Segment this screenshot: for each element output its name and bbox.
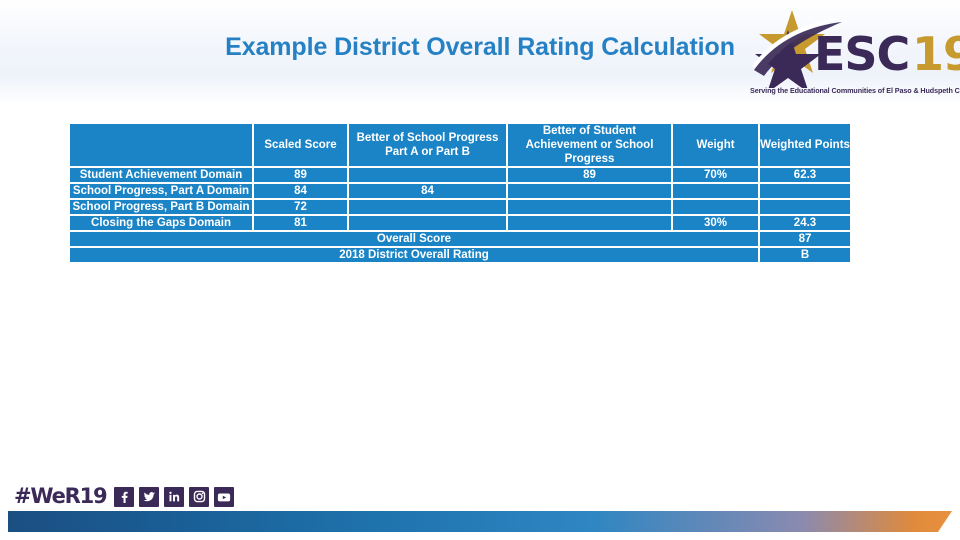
rating-calculation-table: Scaled Score Better of School Progress P… [68,122,852,264]
cell-weight: 70% [673,168,758,183]
table-row: School Progress, Part A Domain 84 84 [70,184,850,199]
row-label-closing-the-gaps: Closing the Gaps Domain [70,216,252,231]
youtube-icon[interactable] [214,486,235,507]
slide-canvas: Example District Overall Rating Calculat… [0,0,960,540]
cell-better-school-progress [349,216,506,231]
cell-better-school-progress: 84 [349,184,506,199]
header-blank-corner [70,124,252,167]
cell-weight [673,184,758,199]
header-weight: Weight [673,124,758,167]
facebook-glyph [122,491,129,503]
table-row: School Progress, Part B Domain 72 [70,200,850,215]
cell-better-student-achievement [508,216,671,231]
overall-rating-row: 2018 District Overall Rating B [70,248,850,263]
bottom-gradient-bar [8,511,952,532]
cell-better-student-achievement [508,200,671,215]
svg-text:ESC: ESC [814,27,909,81]
row-label-school-progress-a: School Progress, Part A Domain [70,184,252,199]
esc19-logo-mark: ESC 19 [752,10,960,88]
overall-score-label: Overall Score [70,232,758,247]
row-label-student-achievement: Student Achievement Domain [70,168,252,183]
header-weighted-points: Weighted Points [760,124,850,167]
esc19-logo: ESC 19 Serving the Educational Communiti… [744,8,960,112]
hashtag-wer19: #WeR19 [14,484,108,508]
cell-weighted-points: 24.3 [760,216,850,231]
cell-better-school-progress [349,200,506,215]
cell-weighted-points [760,184,850,199]
logo-tagline: Serving the Educational Communities of E… [750,86,960,95]
cell-scaled-score: 84 [254,184,347,199]
cell-better-school-progress [349,168,506,183]
header-scaled-score: Scaled Score [254,124,347,167]
instagram-icon[interactable] [189,486,210,507]
overall-score-value: 87 [760,232,850,247]
overall-rating-label: 2018 District Overall Rating [70,248,758,263]
cell-weight [673,200,758,215]
cell-weight: 30% [673,216,758,231]
twitter-glyph [143,492,156,502]
row-label-school-progress-b: School Progress, Part B Domain [70,200,252,215]
cell-better-student-achievement [508,184,671,199]
cell-better-student-achievement: 89 [508,168,671,183]
linkedin-icon[interactable] [164,486,185,507]
cell-weighted-points [760,200,850,215]
linkedin-glyph [169,491,180,502]
instagram-glyph [193,490,206,503]
twitter-icon[interactable] [139,486,160,507]
youtube-glyph [218,493,231,501]
cell-scaled-score: 89 [254,168,347,183]
svg-text:19: 19 [912,27,960,81]
header-better-student-achievement: Better of Student Achievement or School … [508,124,671,167]
table-row: Student Achievement Domain 89 89 70% 62.… [70,168,850,183]
overall-rating-value: B [760,248,850,263]
cell-scaled-score: 81 [254,216,347,231]
overall-score-row: Overall Score 87 [70,232,850,247]
cell-scaled-score: 72 [254,200,347,215]
footer-social-bar: #WeR19 [14,484,235,508]
table-header-row: Scaled Score Better of School Progress P… [70,124,850,167]
table-row: Closing the Gaps Domain 81 30% 24.3 [70,216,850,231]
cell-weighted-points: 62.3 [760,168,850,183]
facebook-icon[interactable] [114,486,135,507]
header-better-school-progress: Better of School Progress Part A or Part… [349,124,506,167]
